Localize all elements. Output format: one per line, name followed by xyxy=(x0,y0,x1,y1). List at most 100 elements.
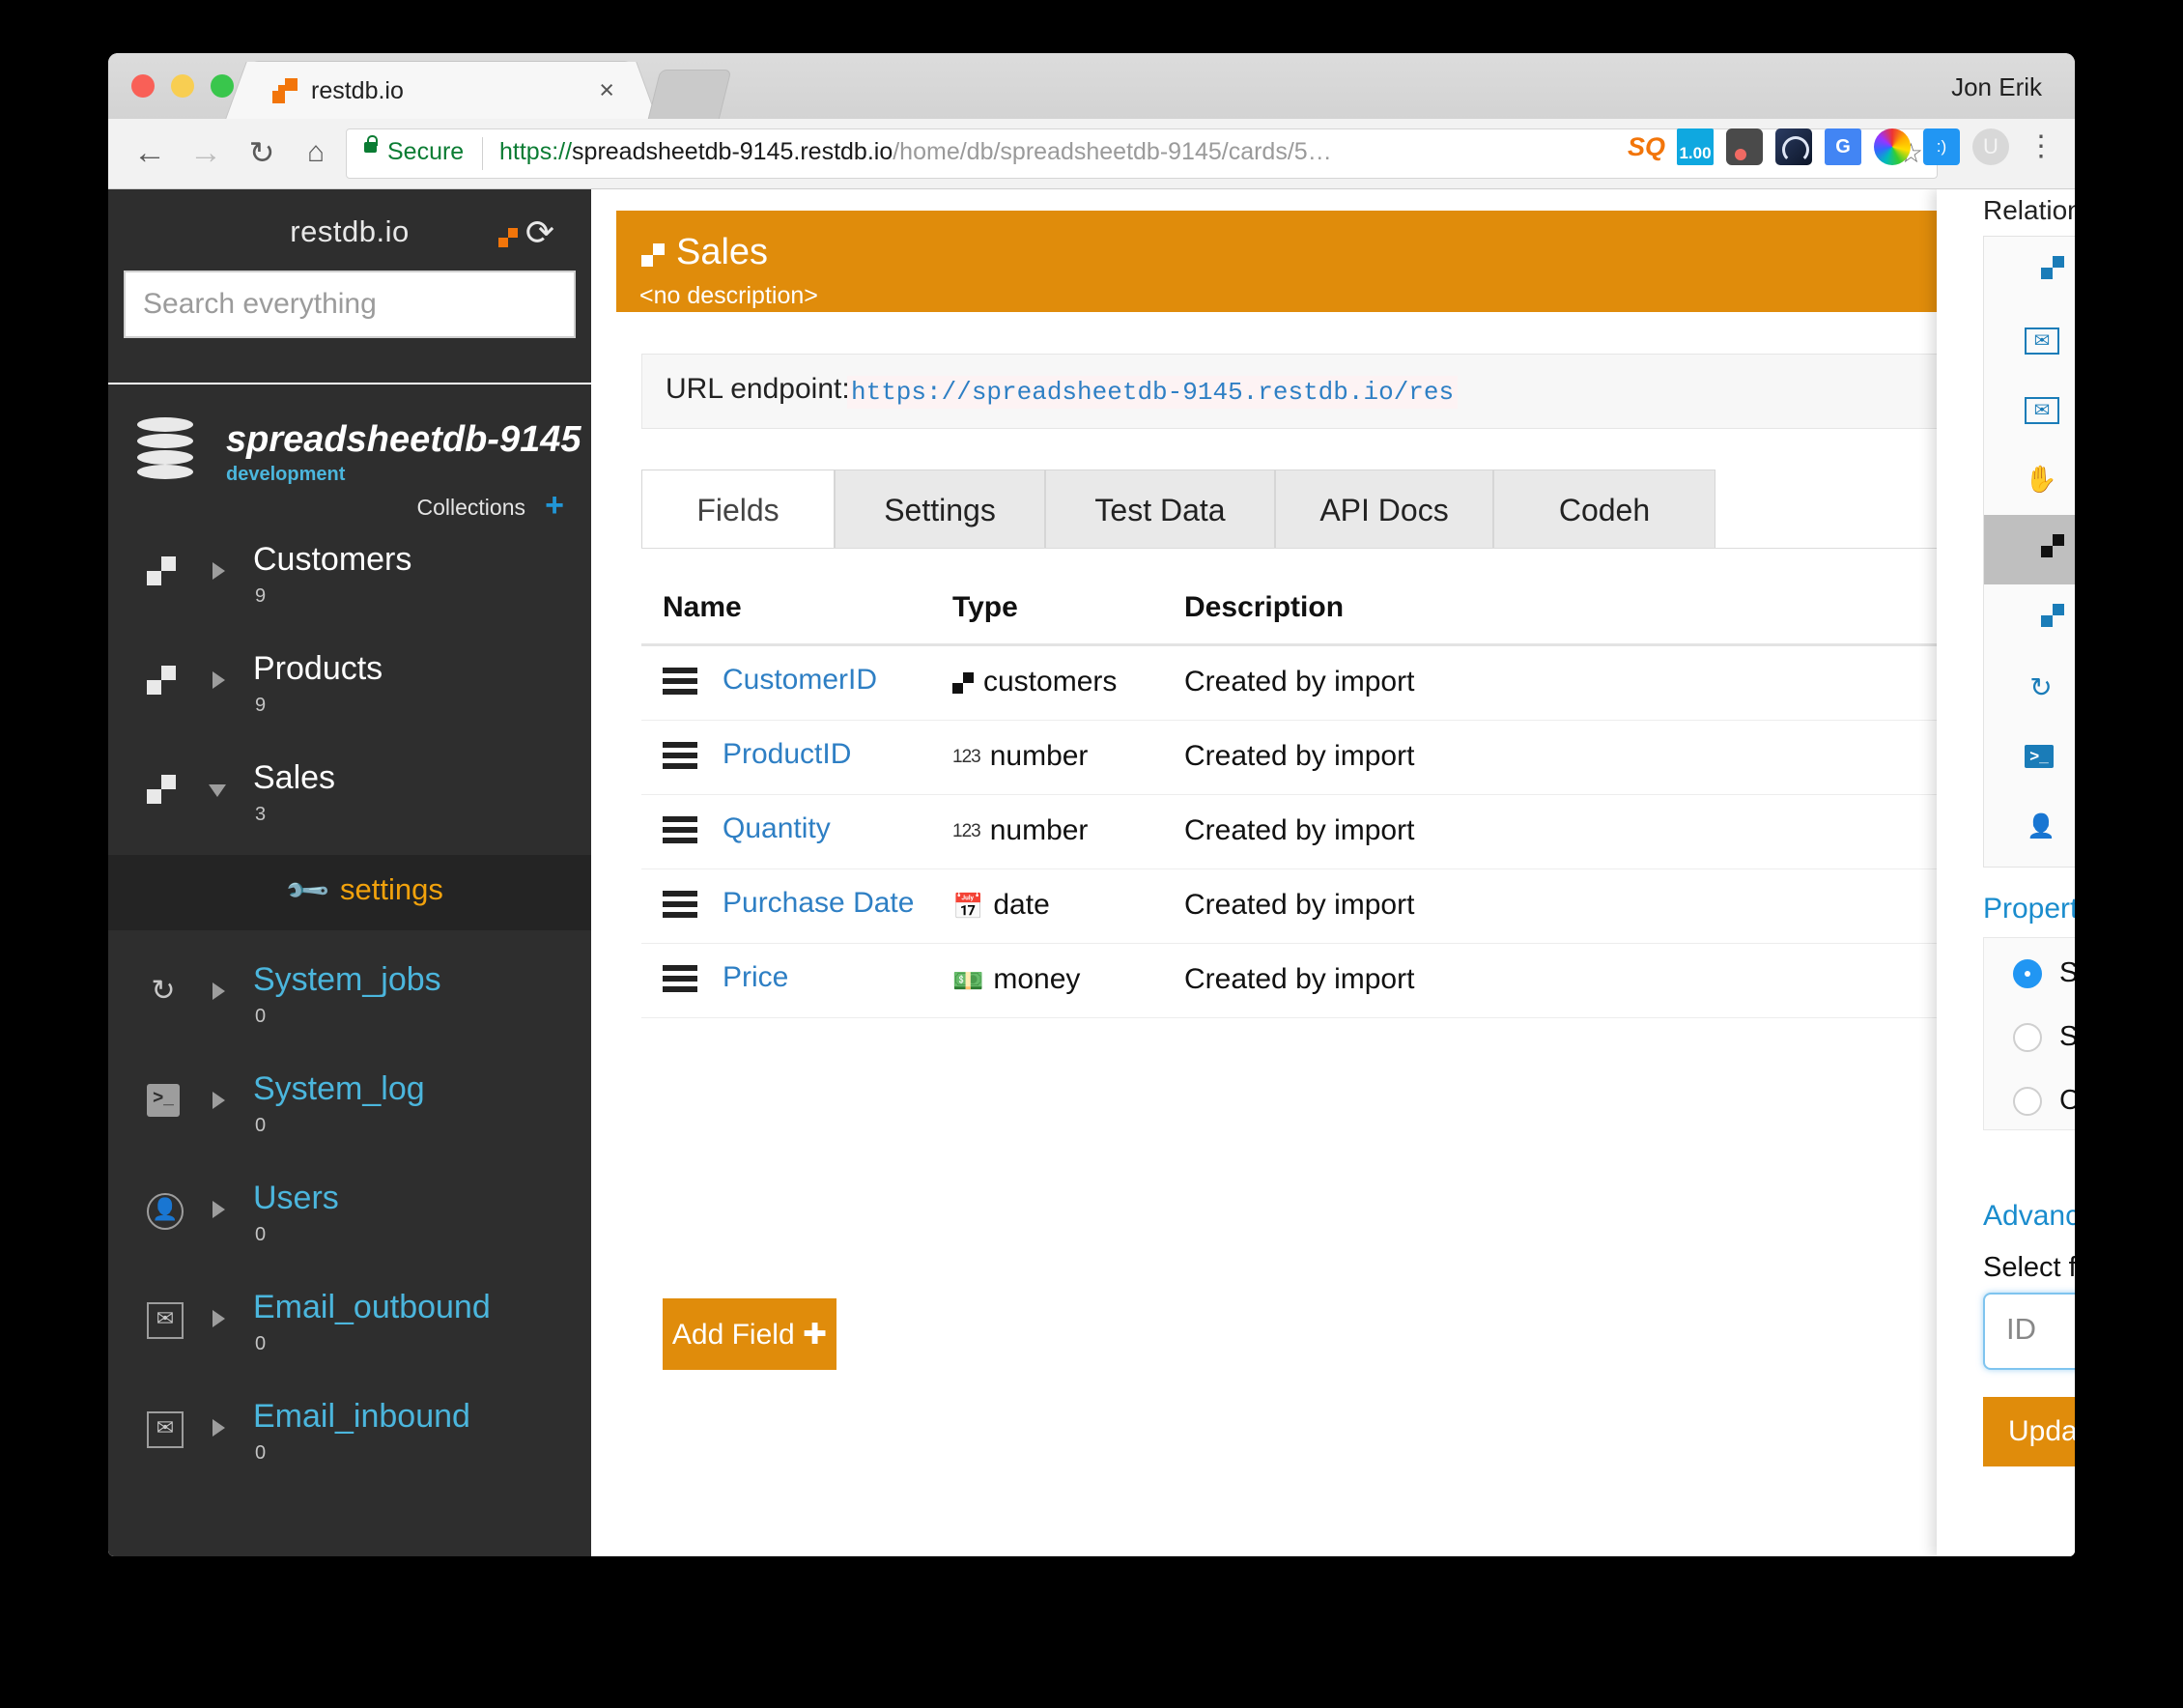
field-name[interactable]: Purchase Date xyxy=(723,887,914,920)
back-icon[interactable]: ← xyxy=(128,130,172,175)
currency-converter-extension-icon[interactable]: 1.00 xyxy=(1677,128,1714,165)
close-tab-icon[interactable]: × xyxy=(599,75,614,104)
sidebar-item-users[interactable]: 👤 Users 0 xyxy=(108,1166,591,1275)
terminal-icon: >_ xyxy=(147,1084,180,1117)
field-name[interactable]: Price xyxy=(723,961,788,994)
omnibox-divider xyxy=(482,137,483,170)
update-button[interactable]: Update xyxy=(1983,1397,2075,1466)
radio-child-list[interactable] xyxy=(2013,1087,2042,1116)
table-row[interactable]: CustomerID customers Created by import xyxy=(641,646,2075,721)
sidebar-item-system-jobs[interactable]: ↻ System_jobs 0 xyxy=(108,948,591,1057)
relation-item-email-unsubscribed[interactable]: ✋ email_unsubscribed xyxy=(1984,445,2075,515)
url-endpoint-bar: URL endpoint: https://spreadsheetdb-9145… xyxy=(641,354,2075,429)
chrome-menu-icon[interactable]: ⋮ xyxy=(2027,130,2055,163)
sidebar-item-count: 0 xyxy=(255,1115,267,1136)
radio-row-select-many[interactable]: Select many products xyxy=(1984,1015,2075,1066)
search-input[interactable] xyxy=(126,272,574,336)
field-name[interactable]: Quantity xyxy=(723,812,831,845)
radio-row-select-one[interactable]: Select one products xyxy=(1984,952,2075,1002)
url-host: spreadsheetdb-9145.restdb.io xyxy=(572,138,893,165)
google-translate-extension-icon[interactable]: G xyxy=(1825,128,1861,165)
relation-item-users[interactable]: 👤 users xyxy=(1984,793,2075,863)
chevron-right-icon[interactable] xyxy=(213,982,225,1000)
chevron-right-icon[interactable] xyxy=(213,1419,225,1437)
database-name: spreadsheetdb-9145 xyxy=(226,419,581,460)
relation-item-sales[interactable]: sales xyxy=(1984,584,2075,654)
field-name[interactable]: ProductID xyxy=(723,738,851,771)
relation-item-email-inbound[interactable]: ✉ email_inbound xyxy=(1984,306,2075,376)
sidebar-item-email-inbound[interactable]: ✉ Email_inbound 0 xyxy=(108,1384,591,1494)
chevron-right-icon[interactable] xyxy=(213,1201,225,1218)
sidebar-item-label: System_jobs xyxy=(253,961,441,998)
sidebar-item-count: 0 xyxy=(255,1224,267,1245)
chevron-down-icon[interactable] xyxy=(209,784,226,806)
sidebar-item-email-outbound[interactable]: ✉ Email_outbound 0 xyxy=(108,1275,591,1384)
url-endpoint-value[interactable]: https://spreadsheetdb-9145.restdb.io/res xyxy=(847,376,1459,409)
properties-toggle[interactable]: Properties xyxy=(1983,893,2075,925)
drag-handle-icon[interactable] xyxy=(663,816,697,843)
table-row[interactable]: Quantity 123 number Created by import xyxy=(641,795,2075,869)
sidebar-item-sales[interactable]: Sales 3 xyxy=(108,746,591,855)
chevron-right-icon[interactable] xyxy=(213,671,225,689)
tab-codehooks[interactable]: Codeh xyxy=(1493,470,1715,549)
home-icon[interactable]: ⌂ xyxy=(294,130,338,175)
relation-item-customers[interactable]: customers xyxy=(1984,237,2075,306)
browser-window: restdb.io × Jon Erik ← → ↻ ⌂ Secure http… xyxy=(108,53,2075,1556)
relation-icon xyxy=(2025,604,2064,633)
relation-item-system-jobs[interactable]: ↻ system_jobs xyxy=(1984,654,2075,724)
minimize-window-button[interactable] xyxy=(171,74,194,98)
close-window-button[interactable] xyxy=(131,74,155,98)
advanced-toggle[interactable]: Advanced xyxy=(1983,1200,2075,1233)
relation-item-products[interactable]: products xyxy=(1984,515,2075,584)
radio-select-one[interactable] xyxy=(2013,959,2042,988)
extensions-tray: SQ 1.00 G :) U ⋮ xyxy=(1628,128,2055,165)
table-row[interactable]: Price 💵 money Created by import xyxy=(641,944,2075,1018)
tab-api-docs[interactable]: API Docs xyxy=(1275,470,1493,549)
restdb-logo[interactable]: restdb.io xyxy=(108,214,591,249)
radio-label-select-one: Select one products xyxy=(2059,957,2075,989)
radio-select-many[interactable] xyxy=(2013,1023,2042,1052)
drag-handle-icon[interactable] xyxy=(663,668,697,695)
forward-icon[interactable]: → xyxy=(184,130,228,175)
add-collection-button[interactable]: + xyxy=(545,489,564,522)
sidebar-item-system-log[interactable]: >_ System_log 0 xyxy=(108,1057,591,1166)
new-tab-button[interactable] xyxy=(648,71,731,119)
relation-item-email-outbound[interactable]: ✉ email_outbound xyxy=(1984,376,2075,445)
foreign-key-value: ID xyxy=(2006,1312,2036,1346)
field-name[interactable]: CustomerID xyxy=(723,664,877,697)
tab-test-data[interactable]: Test Data xyxy=(1045,470,1275,549)
drag-handle-icon[interactable] xyxy=(663,891,697,918)
chevron-right-icon[interactable] xyxy=(213,1310,225,1327)
drag-handle-icon[interactable] xyxy=(663,742,697,769)
sidebar-item-label: Products xyxy=(253,650,383,687)
squarespace-extension-icon[interactable]: SQ xyxy=(1628,128,1665,165)
sidebar: restdb.io ⟳ spreadsheetdb-9145 developme… xyxy=(108,189,591,1556)
speed-gauge-extension-icon[interactable] xyxy=(1775,128,1812,165)
sidebar-item-settings[interactable]: 🔧 settings xyxy=(108,855,591,930)
browser-tab-restdb[interactable]: restdb.io × xyxy=(249,62,634,119)
sidebar-item-customers[interactable]: Customers 9 xyxy=(108,527,591,637)
tab-fields[interactable]: Fields xyxy=(641,470,835,549)
browser-profile-name[interactable]: Jon Erik xyxy=(1951,72,2042,102)
database-environment: development xyxy=(226,464,346,485)
add-field-button[interactable]: Add Field ✚ xyxy=(663,1298,836,1370)
reload-icon[interactable]: ↻ xyxy=(240,130,284,175)
chevron-right-icon[interactable] xyxy=(213,1092,225,1109)
radio-row-child-list[interactable]: Child list of products xyxy=(1984,1079,2075,1129)
search-everything-box[interactable] xyxy=(124,270,576,338)
color-picker-extension-icon[interactable] xyxy=(1874,128,1911,165)
table-row[interactable]: Purchase Date 📅 date Created by import xyxy=(641,869,2075,944)
evernote-extension-icon[interactable] xyxy=(1726,128,1763,165)
drag-handle-icon[interactable] xyxy=(663,965,697,992)
relation-item-system-log[interactable]: >_ system_log xyxy=(1984,724,2075,793)
bitly-tag-extension-icon[interactable]: :) xyxy=(1923,128,1960,165)
maximize-window-button[interactable] xyxy=(211,74,234,98)
sidebar-item-products[interactable]: Products 9 xyxy=(108,637,591,746)
number-icon: 123 xyxy=(952,747,981,768)
ublock-extension-icon[interactable]: U xyxy=(1972,128,2009,165)
table-row[interactable]: ProductID 123 number Created by import xyxy=(641,721,2075,795)
refresh-icon[interactable]: ⟳ xyxy=(525,213,554,253)
tab-settings[interactable]: Settings xyxy=(835,470,1045,549)
chevron-right-icon[interactable] xyxy=(213,562,225,580)
foreign-key-select[interactable]: ID xyxy=(1983,1293,2075,1370)
